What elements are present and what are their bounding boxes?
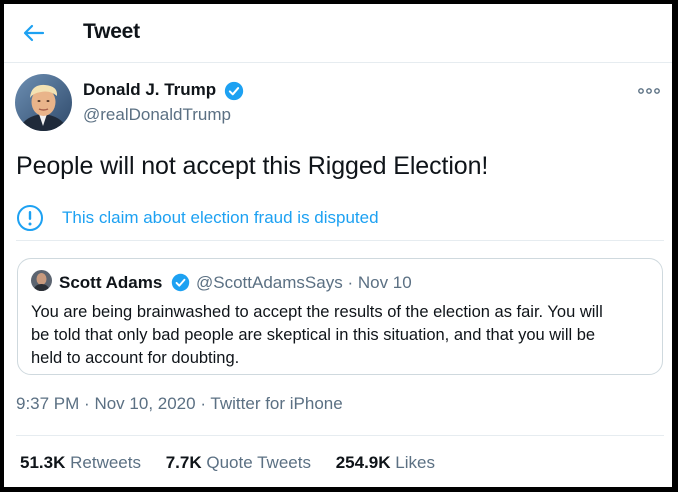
page-header: Tweet <box>4 4 672 63</box>
tweet-stats: 51.3K Retweets 7.7K Quote Tweets 254.9K … <box>20 453 455 473</box>
arrow-left-icon[interactable] <box>22 21 46 45</box>
quoted-text-line: held to account for doubting. <box>31 349 240 367</box>
quoted-separator: · <box>347 273 354 292</box>
retweets-stat[interactable]: 51.3K Retweets <box>20 453 141 472</box>
time-separator: · <box>84 394 90 413</box>
retweets-label: Retweets <box>70 453 141 472</box>
likes-label: Likes <box>395 453 435 472</box>
likes-count: 254.9K <box>335 453 391 472</box>
quote-tweets-count: 7.7K <box>165 453 202 472</box>
verified-badge-icon <box>171 273 190 292</box>
quote-tweets-label: Quote Tweets <box>206 453 311 472</box>
quoted-handle: @ScottAdamsSays <box>196 273 343 292</box>
tweet-time[interactable]: 9:37 PM <box>16 394 79 413</box>
disputed-claim-text: This claim about election fraud is dispu… <box>62 208 379 227</box>
disputed-claim-notice[interactable]: This claim about election fraud is dispu… <box>16 204 664 241</box>
author-handle[interactable]: @realDonaldTrump <box>83 105 231 125</box>
avatar[interactable] <box>15 74 72 131</box>
source-separator: · <box>200 394 206 413</box>
page-title: Tweet <box>83 20 140 43</box>
quoted-meta: @ScottAdamsSays · Nov 10 <box>196 273 412 293</box>
quoted-text-line: You are being brainwashed to accept the … <box>31 303 603 321</box>
quoted-text: You are being brainwashed to accept the … <box>31 301 651 370</box>
divider <box>16 435 664 436</box>
verified-badge-icon <box>224 81 244 101</box>
likes-stat[interactable]: 254.9K Likes <box>336 453 435 472</box>
tweet-date[interactable]: Nov 10, 2020 <box>94 394 195 413</box>
tweet-source[interactable]: Twitter for iPhone <box>210 394 342 413</box>
quoted-author-name: Scott Adams <box>59 273 163 292</box>
quoted-text-line: be told that only bad people are skeptic… <box>31 326 596 344</box>
quoted-author-avatar <box>31 270 52 291</box>
tweet-text: People will not accept this Rigged Elect… <box>16 152 489 180</box>
author-name[interactable]: Donald J. Trump <box>83 80 216 100</box>
more-options-icon[interactable] <box>637 84 661 98</box>
quote-tweets-stat[interactable]: 7.7K Quote Tweets <box>166 453 311 472</box>
quoted-tweet[interactable]: Scott Adams @ScottAdamsSays · Nov 10 You… <box>17 258 663 375</box>
retweets-count: 51.3K <box>20 453 66 472</box>
tweet-timestamp: 9:37 PM · Nov 10, 2020 · Twitter for iPh… <box>16 394 343 414</box>
quoted-date: Nov 10 <box>357 273 412 292</box>
tweet-page: Tweet Donald J. Trump @realDonaldTrump P… <box>4 4 672 487</box>
exclamation-circle-icon <box>17 205 43 231</box>
